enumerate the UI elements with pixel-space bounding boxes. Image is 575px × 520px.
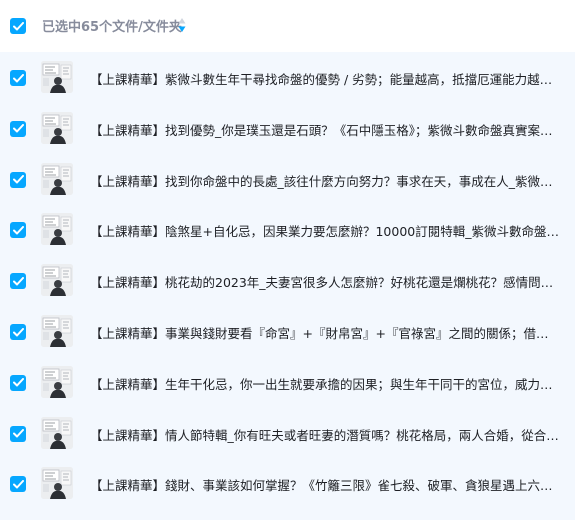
file-name: 【上課精華】錢財、事業該如何掌握？《竹籬三限》雀七殺、破軍、貪狼星遇上六煞星_.… xyxy=(90,478,560,494)
file-checkbox[interactable] xyxy=(10,222,26,239)
file-name: 【上課精華】找到優勢_你是璞玉還是石頭？《石中隱玉格》；紫微斗數命盤真實案例說.… xyxy=(90,122,560,138)
file-row[interactable]: 【上課精華】陰煞星+自化忌，因果業力要怎麼辦？10000訂閱特輯_紫微斗數命盤_… xyxy=(0,205,575,256)
checkmark-icon xyxy=(12,327,24,336)
video-thumbnail-icon xyxy=(41,61,73,93)
select-all-checkbox[interactable] xyxy=(10,18,26,34)
file-checkbox[interactable] xyxy=(10,120,26,137)
file-checkbox[interactable] xyxy=(10,273,26,290)
file-list: 【上課精華】紫微斗數生年干尋找命盤的優勢 / 劣勢；能量越高，抵擋厄運能力越強；… xyxy=(0,52,575,520)
file-checkbox[interactable] xyxy=(10,171,26,188)
file-name: 【上課精華】情人節特輯_你有旺夫或者旺妻的潛質嗎？桃花格局，兩人合婚，從合盤中.… xyxy=(90,427,560,443)
file-checkbox[interactable] xyxy=(10,374,26,391)
checkmark-icon xyxy=(12,124,24,133)
file-name: 【上課精華】陰煞星+自化忌，因果業力要怎麼辦？10000訂閱特輯_紫微斗數命盤_… xyxy=(90,224,560,240)
checkmark-icon xyxy=(12,378,24,387)
video-thumbnail-icon xyxy=(41,264,73,297)
file-row[interactable]: 【上課精華】紫微斗數生年干尋找命盤的優勢 / 劣勢；能量越高，抵擋厄運能力越強；… xyxy=(0,53,575,104)
file-checkbox[interactable] xyxy=(10,425,26,442)
checkmark-icon xyxy=(12,429,24,438)
file-checkbox[interactable] xyxy=(10,324,26,340)
file-row[interactable]: 【上課精華】事業與錢財要看『命宮』+『財帛宮』+『官祿宮』之間的關係；借貸投..… xyxy=(0,307,575,358)
file-checkbox[interactable] xyxy=(10,70,26,86)
file-row[interactable]: 【上課精華】桃花劫的2023年_夫妻宮很多人怎麼辦？好桃花還是爛桃花？感情問題該… xyxy=(0,256,575,307)
video-thumbnail-icon xyxy=(41,315,73,347)
file-name: 【上課精華】事業與錢財要看『命宮』+『財帛宮』+『官祿宮』之間的關係；借貸投..… xyxy=(90,326,560,341)
video-thumbnail-icon xyxy=(41,365,73,398)
file-row[interactable]: 【上課精華】找到你命盤中的長處_該往什麼方向努力？事求在天，事成在人_紫微斗數.… xyxy=(0,155,575,206)
sort-icon[interactable] xyxy=(178,17,186,37)
file-name: 【上課精華】紫微斗數生年干尋找命盤的優勢 / 劣勢；能量越高，抵擋厄運能力越強；… xyxy=(90,72,560,87)
checkmark-icon xyxy=(12,276,24,286)
checkmark-icon xyxy=(12,479,24,489)
file-name: 【上課精華】生年干化忌，你一出生就要承擔的因果；與生年干同干的宮位，威力加倍..… xyxy=(90,376,560,392)
video-thumbnail-icon xyxy=(41,213,73,246)
file-checkbox[interactable] xyxy=(10,476,26,493)
checkmark-icon xyxy=(12,21,24,30)
file-name: 【上課精華】找到你命盤中的長處_該往什麼方向努力？事求在天，事成在人_紫微斗數.… xyxy=(90,173,560,189)
video-thumbnail-icon xyxy=(41,467,73,500)
video-thumbnail-icon xyxy=(41,416,73,449)
file-row[interactable]: 【上課精華】找到優勢_你是璞玉還是石頭？《石中隱玉格》；紫微斗數命盤真實案例說.… xyxy=(0,104,575,155)
file-row[interactable]: 【上課精華】情人節特輯_你有旺夫或者旺妻的潛質嗎？桃花格局，兩人合婚，從合盤中.… xyxy=(0,409,575,460)
checkmark-icon xyxy=(12,225,24,235)
selection-count-label: 已选中65个文件/文件夹 xyxy=(42,20,182,35)
video-thumbnail-icon xyxy=(41,111,73,144)
checkmark-icon xyxy=(12,73,24,82)
checkmark-icon xyxy=(12,175,24,184)
video-thumbnail-icon xyxy=(41,162,73,195)
selection-header: 已选中65个文件/文件夹 xyxy=(0,0,575,52)
file-row[interactable]: 【上課精華】錢財、事業該如何掌握？《竹籬三限》雀七殺、破軍、貪狼星遇上六煞星_.… xyxy=(0,459,575,510)
file-name: 【上課精華】桃花劫的2023年_夫妻宮很多人怎麼辦？好桃花還是爛桃花？感情問題該… xyxy=(90,275,560,291)
file-row[interactable]: 【上課精華】生年干化忌，你一出生就要承擔的因果；與生年干同干的宮位，威力加倍..… xyxy=(0,358,575,409)
